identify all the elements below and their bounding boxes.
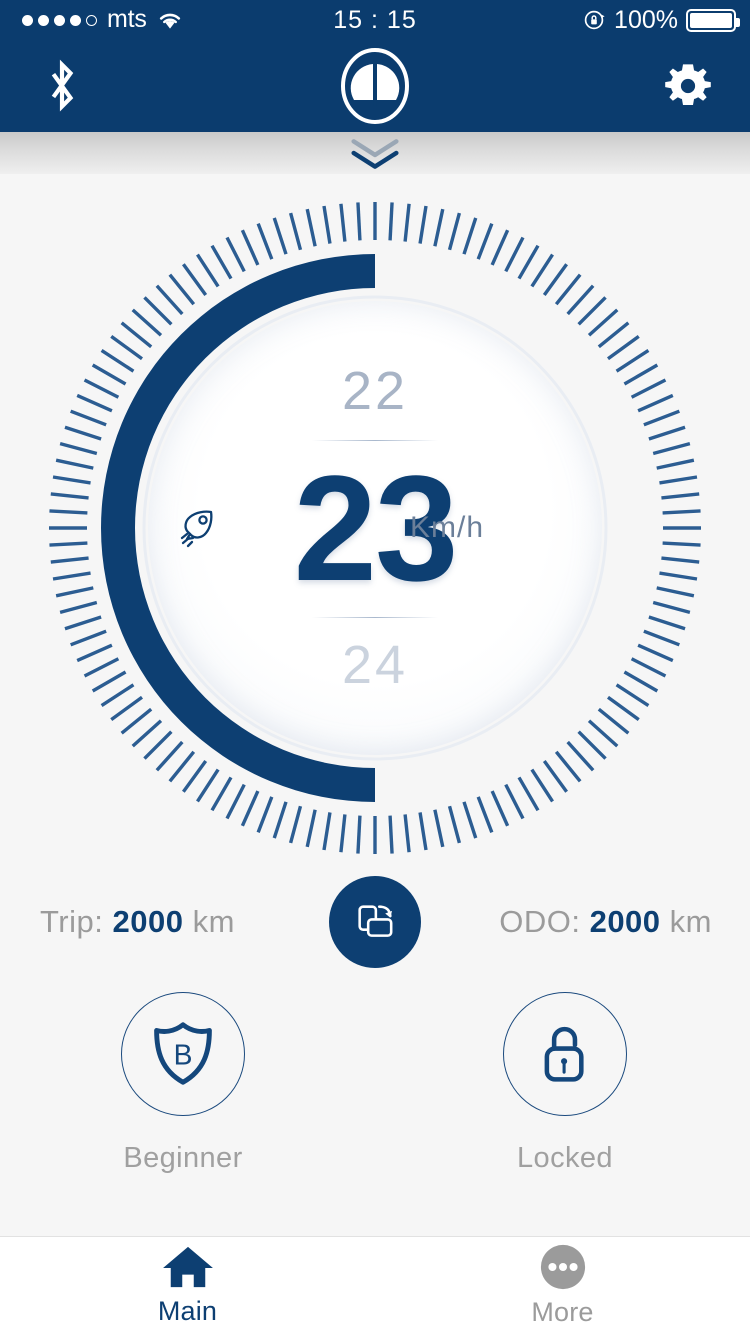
rider-level-button[interactable]: B Beginner [58,992,308,1175]
rocket-icon [180,510,213,548]
gear-icon [665,64,711,105]
more-dots-icon [540,1244,585,1290]
pull-down-handle[interactable] [0,132,750,174]
app-root: mts 15 : 15 100% 22 23 Km/h 24 Trip: 200… [0,0,750,1334]
settings-button[interactable] [656,54,720,118]
trip-value: 2000 [112,904,184,939]
tab-more-label: More [531,1297,594,1327]
nav-bar [0,40,750,132]
status-bar-clock: 15 : 15 [333,5,417,34]
speed-divider-top [312,440,438,441]
rider-level-circle: B [121,992,245,1116]
rotation-lock-icon [584,10,605,30]
bluetooth-icon [51,59,74,111]
tab-more[interactable]: More [375,1237,750,1334]
lock-state-circle [503,992,627,1116]
speed-picker[interactable]: 22 23 Km/h 24 [148,301,602,755]
speed-divider-bottom [312,617,438,618]
lock-state-label: Locked [517,1142,613,1174]
main-content: 22 23 Km/h 24 Trip: 2000 km ODO: 2000 km… [0,174,750,1236]
reset-trip-button[interactable] [329,876,421,968]
rider-level-label: Beginner [123,1142,243,1174]
double-chevron-down-icon [351,139,399,169]
tab-bar: Main More [0,1236,750,1334]
app-logo-icon [341,48,409,124]
reset-trip-icon [358,905,393,937]
gauge-face: 22 23 Km/h 24 [148,301,602,755]
odo-unit: km [669,904,712,939]
speed-current-row: 23 Km/h [148,453,602,603]
trip-unit: km [192,904,235,939]
speed-next-value[interactable]: 24 [342,638,408,692]
speed-gauge[interactable]: 22 23 Km/h 24 [45,198,705,858]
speed-previous-value[interactable]: 22 [342,364,408,418]
status-bar-right: 100% [584,0,740,40]
mode-row: B Beginner Locked [0,992,750,1202]
trip-label: Trip: [40,904,104,939]
odo-value: 2000 [589,904,661,939]
app-logo-button[interactable] [333,44,417,128]
odo-readout: ODO: 2000 km [499,904,712,940]
shield-b-icon: B [154,1022,212,1085]
status-bar: mts 15 : 15 100% [0,0,750,40]
tab-main-label: Main [157,1296,218,1326]
trip-odo-row: Trip: 2000 km ODO: 2000 km [0,874,750,970]
bluetooth-button[interactable] [30,54,94,118]
svg-text:B: B [174,1038,193,1070]
speed-unit-label: Km/h [410,511,485,544]
odo-label: ODO: [499,904,581,939]
padlock-icon [544,1026,584,1082]
battery-percent: 100% [614,5,678,34]
trip-readout: Trip: 2000 km [40,904,235,940]
lock-state-button[interactable]: Locked [440,992,690,1175]
home-icon [162,1246,213,1288]
battery-icon [686,8,740,32]
tab-main[interactable]: Main [0,1237,375,1334]
